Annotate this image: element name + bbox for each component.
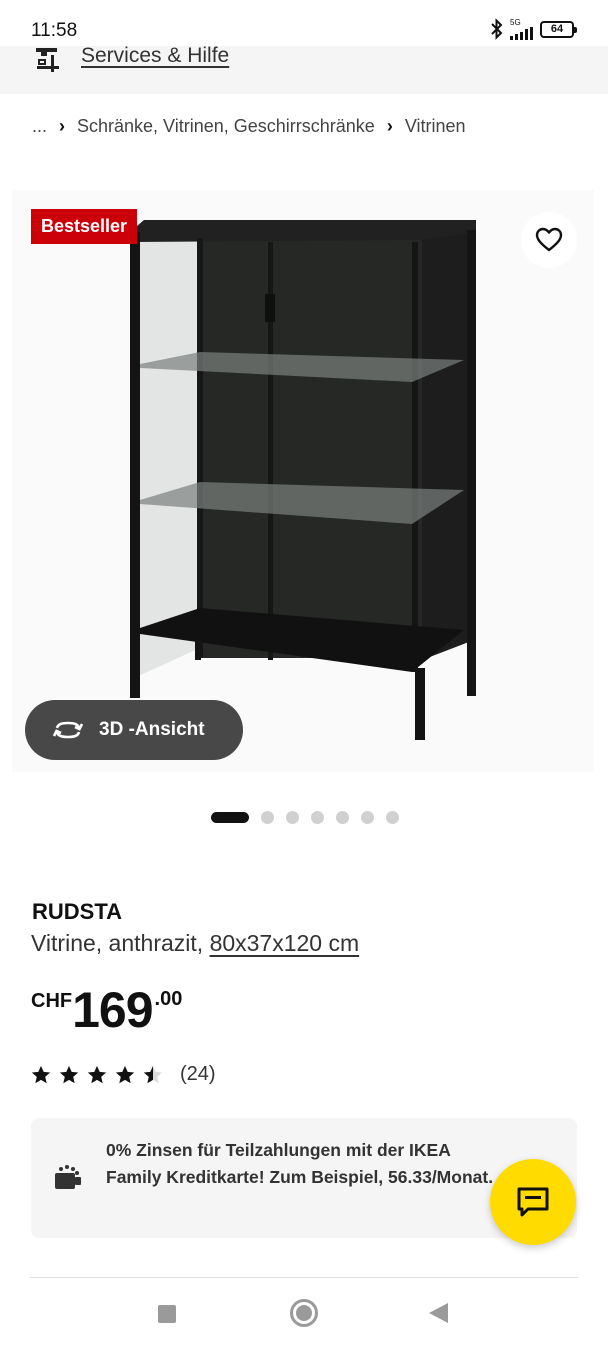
product-photo [130, 220, 476, 740]
star-icon [87, 1065, 107, 1083]
product-description: Vitrine, anthrazit, 80x37x120 cm [31, 930, 359, 957]
signal-bars-icon [510, 26, 533, 40]
tools-icon [36, 48, 59, 72]
back-button[interactable] [429, 1303, 448, 1323]
carousel-dot[interactable] [286, 811, 299, 824]
chat-icon [517, 1187, 549, 1217]
signal-indicator: 5G [510, 17, 533, 40]
price-integer: 169 [72, 982, 153, 1038]
chat-button[interactable] [490, 1159, 576, 1245]
product-type: Vitrine, anthrazit, [31, 930, 204, 956]
product-rating[interactable]: (24) [30, 1063, 216, 1086]
favorite-button[interactable] [521, 212, 577, 268]
star-icon [59, 1065, 79, 1083]
status-bar: 11:58 5G 64 [0, 0, 608, 46]
price-currency: CHF [31, 990, 73, 1012]
bestseller-badge: Bestseller [31, 209, 138, 244]
product-size-link[interactable]: 80x37x120 cm [210, 930, 360, 956]
financing-promo-text: 0% Zinsen für Teilzahlungen mit der IKEA… [106, 1140, 494, 1187]
rotate-icon [52, 721, 84, 739]
rating-count: (24) [180, 1063, 216, 1085]
home-button[interactable] [290, 1299, 318, 1327]
carousel-dot[interactable] [386, 811, 399, 824]
star-icon [31, 1065, 51, 1083]
network-type: 5G [510, 17, 521, 27]
star-icon [115, 1065, 135, 1083]
breadcrumb: ... › Schränke, Vitrinen, Geschirrschrän… [32, 116, 466, 137]
carousel-dot[interactable] [361, 811, 374, 824]
services-help-link[interactable]: Services & Hilfe [81, 44, 229, 68]
bluetooth-icon [491, 18, 503, 40]
status-icons: 5G 64 [490, 17, 577, 40]
chevron-right-icon: › [386, 116, 393, 136]
battery-level: 64 [550, 22, 564, 35]
breadcrumb-item-vitrines[interactable]: Vitrinen [405, 116, 466, 137]
carousel-dot[interactable] [336, 811, 349, 824]
carousel-indicator[interactable] [211, 811, 399, 824]
product-price: CHF 169 .00 [31, 984, 182, 1036]
carousel-dot[interactable] [261, 811, 274, 824]
view-3d-label: 3D -Ansicht [99, 719, 205, 740]
product-name: RUDSTA [32, 899, 123, 924]
carousel-dot[interactable] [311, 811, 324, 824]
price-decimal: .00 [154, 988, 183, 1010]
rating-stars [30, 1064, 164, 1086]
status-time: 11:58 [31, 20, 78, 41]
battery-icon: 64 [540, 20, 577, 38]
breadcrumb-item-cabinets[interactable]: Schränke, Vitrinen, Geschirrschränke [77, 116, 375, 137]
carousel-dot-active[interactable] [211, 812, 249, 823]
home-icon [296, 1305, 312, 1321]
product-image-gallery[interactable]: Bestseller 3D -Ansicht [12, 190, 594, 772]
view-3d-button[interactable]: 3D -Ansicht [25, 700, 243, 760]
system-nav-bar [0, 1278, 608, 1350]
star-half-icon [143, 1065, 163, 1083]
recents-button[interactable] [158, 1305, 176, 1323]
heart-icon [535, 227, 563, 252]
breadcrumb-ellipsis[interactable]: ... [32, 116, 47, 137]
chevron-right-icon: › [59, 116, 66, 136]
services-bar: Services & Hilfe [0, 44, 608, 94]
installment-icon [55, 1165, 81, 1189]
